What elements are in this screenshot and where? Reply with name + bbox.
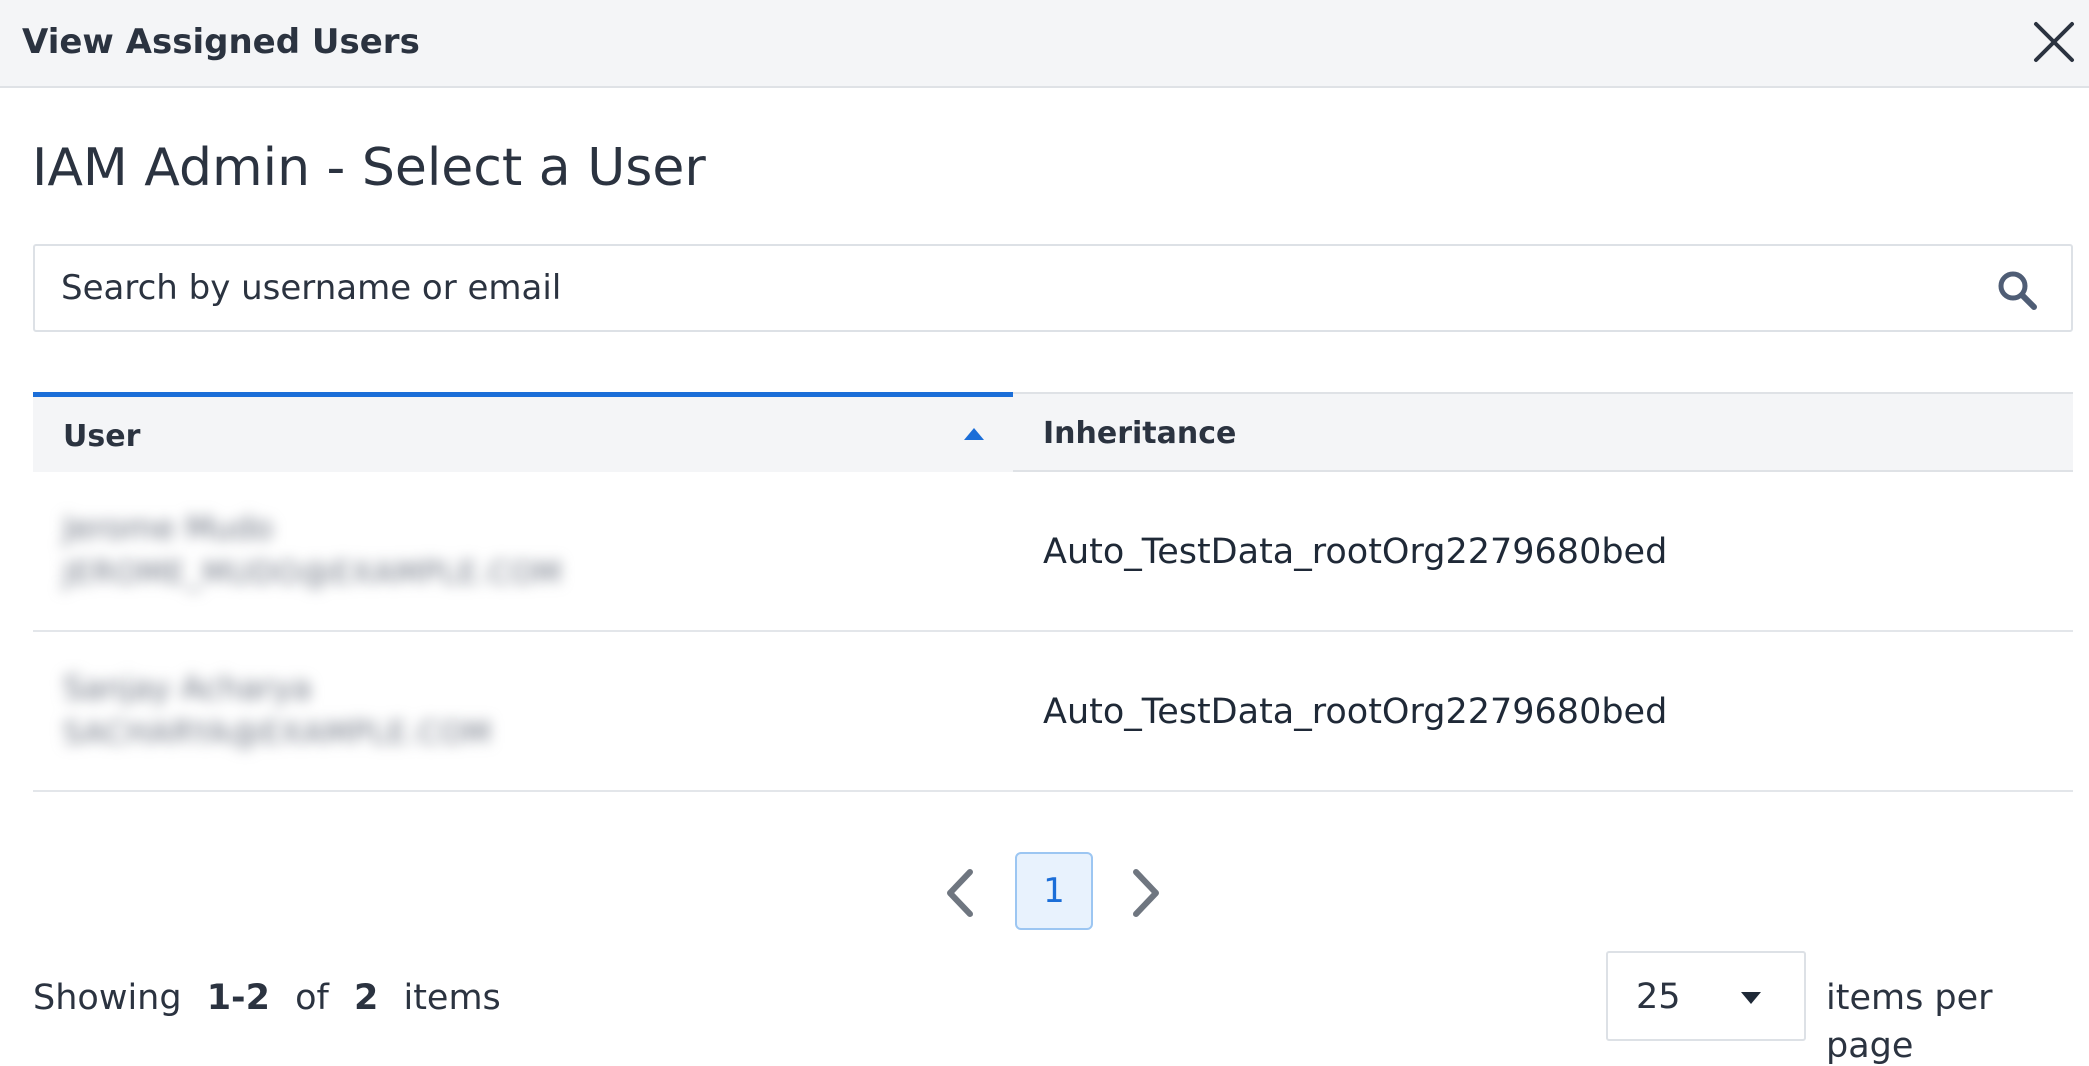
next-page-button[interactable] <box>1124 866 1168 920</box>
close-icon <box>2034 22 2074 62</box>
showing-word: Showing <box>33 978 182 1018</box>
column-header-label: Inheritance <box>1043 416 1237 451</box>
search-input[interactable] <box>61 260 1961 316</box>
previous-page-button[interactable] <box>938 866 982 920</box>
showing-range: 1-2 <box>206 978 270 1018</box>
items-per-page-select[interactable]: 25 <box>1606 951 1806 1041</box>
items-per-page-value: 25 <box>1636 977 1681 1017</box>
chevron-right-icon <box>1133 869 1159 917</box>
user-cell: Sanjay Acharya SACHARYA@EXAMPLE.COM <box>63 666 963 758</box>
search-box <box>33 244 2073 332</box>
of-word: of <box>295 978 329 1018</box>
inheritance-cell: Auto_TestData_rootOrg2279680bed <box>1043 692 1668 732</box>
user-name: Sanjay Acharya <box>63 669 312 707</box>
sort-ascending-icon <box>964 428 984 440</box>
page-title: IAM Admin - Select a User <box>32 138 706 198</box>
table-header: User Inheritance <box>33 392 2073 472</box>
caret-down-icon <box>1741 992 1761 1004</box>
user-cell: Jerome Mudo JEROME_MUDO@EXAMPLE.COM <box>63 506 963 598</box>
close-button[interactable] <box>2026 14 2082 70</box>
items-per-page-label: items per page <box>1826 978 1993 1066</box>
modal-title: View Assigned Users <box>22 22 420 62</box>
table-row[interactable]: Jerome Mudo JEROME_MUDO@EXAMPLE.COM Auto… <box>33 472 2073 632</box>
column-header-inheritance[interactable]: Inheritance <box>1013 392 2073 472</box>
users-table: User Inheritance Jerome Mudo JEROME_MUDO… <box>33 392 2073 792</box>
table-row[interactable]: Sanjay Acharya SACHARYA@EXAMPLE.COM Auto… <box>33 632 2073 792</box>
showing-summary: Showing 1-2 of 2 items <box>33 974 515 1022</box>
modal-header: View Assigned Users <box>0 0 2089 88</box>
search-button[interactable] <box>1995 268 2039 312</box>
user-email: SACHARYA@EXAMPLE.COM <box>63 716 492 751</box>
items-word: items <box>403 978 501 1018</box>
search-icon <box>1998 271 2037 310</box>
user-email: JEROME_MUDO@EXAMPLE.COM <box>63 556 563 591</box>
inheritance-cell: Auto_TestData_rootOrg2279680bed <box>1043 532 1668 572</box>
page-button-current[interactable]: 1 <box>1015 852 1093 930</box>
column-header-user[interactable]: User <box>33 392 1013 472</box>
chevron-left-icon <box>947 869 973 917</box>
column-header-label: User <box>63 419 141 454</box>
showing-total: 2 <box>353 978 379 1018</box>
user-name: Jerome Mudo <box>63 509 273 547</box>
